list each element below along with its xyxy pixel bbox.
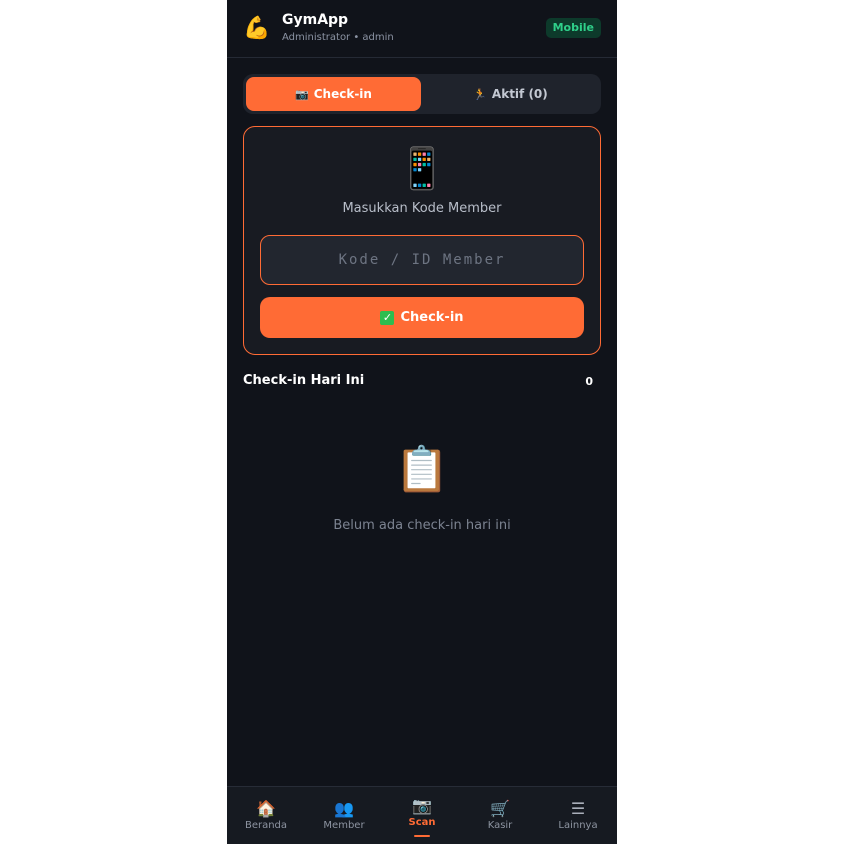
tab-active[interactable]: 🏃 Aktif (0) (423, 77, 598, 111)
app-screen: 💪 GymApp Administrator • admin Mobile 📷 … (227, 0, 617, 844)
app-title: GymApp (282, 12, 349, 28)
bottom-nav: 🏠 Beranda 👥 Member 📷 Scan 🛒 Kasir ☰ Lain… (227, 786, 617, 844)
section-title: Check-in Hari Ini (243, 373, 365, 388)
empty-state-text: Belum ada check-in hari ini (333, 518, 511, 533)
active-indicator (414, 835, 430, 837)
tab-checkin-label: Check-in (313, 87, 372, 101)
nav-item-lainnya[interactable]: ☰ Lainnya (539, 787, 617, 844)
flexed-biceps-icon: 💪 (243, 16, 271, 41)
nav-item-beranda[interactable]: 🏠 Beranda (227, 787, 305, 844)
tab-active-label: Aktif (0) (491, 87, 548, 101)
house-icon: 🏠 (256, 799, 276, 818)
nav-label-kasir: Kasir (487, 820, 513, 831)
clipboard-icon: 📋 (394, 444, 450, 495)
checkin-card: 📱 Masukkan Kode Member ✓ Check-in (243, 126, 601, 355)
checkin-button[interactable]: ✓ Check-in (260, 297, 584, 338)
user-role: Administrator • admin (282, 32, 394, 43)
nav-item-member[interactable]: 👥 Member (305, 787, 383, 844)
nav-label-beranda: Beranda (244, 820, 288, 831)
shopping-cart-icon: 🛒 (490, 799, 510, 818)
camera-icon: 📷 (412, 796, 432, 815)
mode-badge: Mobile (545, 18, 601, 38)
users-icon: 👥 (334, 799, 354, 818)
tab-bar: 📷 Check-in 🏃 Aktif (0) (243, 74, 601, 114)
checkin-button-label: Check-in (400, 310, 464, 325)
checkin-count: 0 (585, 375, 593, 388)
nav-item-scan[interactable]: 📷 Scan (383, 787, 461, 844)
running-person-icon: 🏃 (473, 87, 487, 101)
nav-item-kasir[interactable]: 🛒 Kasir (461, 787, 539, 844)
app-header: 💪 GymApp Administrator • admin Mobile (227, 0, 617, 58)
check-mark-icon: ✓ (380, 310, 395, 325)
mobile-phone-icon: 📱 (397, 146, 447, 192)
nav-label-scan: Scan (408, 817, 436, 828)
nav-label-member: Member (323, 820, 365, 831)
camera-icon: 📷 (295, 87, 309, 101)
nav-label-lainnya: Lainnya (558, 820, 598, 831)
checkin-card-label: Masukkan Kode Member (342, 201, 502, 216)
menu-icon: ☰ (570, 799, 586, 818)
tab-checkin[interactable]: 📷 Check-in (246, 77, 421, 111)
member-code-input[interactable] (260, 235, 584, 285)
